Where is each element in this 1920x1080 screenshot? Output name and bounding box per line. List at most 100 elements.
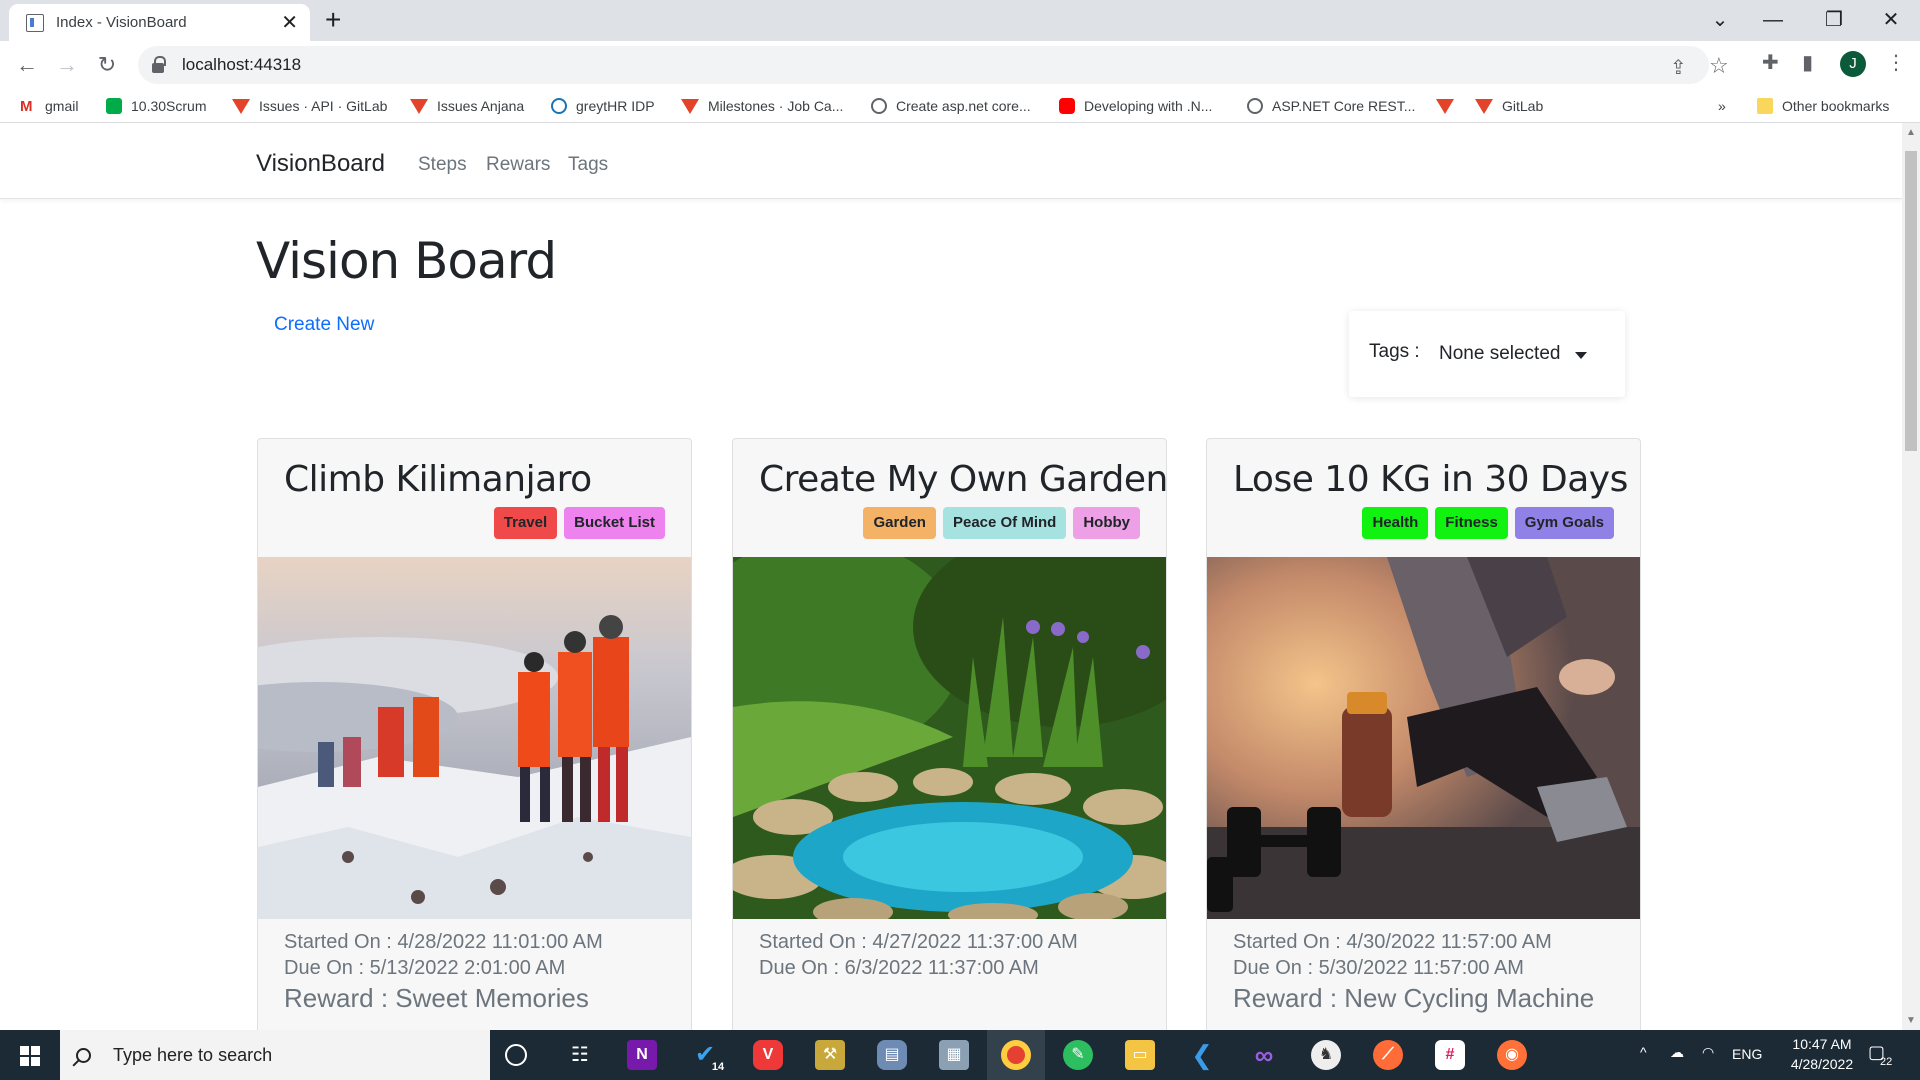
reload-icon[interactable]: ↻ [92, 50, 122, 80]
caret-down-icon[interactable] [1575, 352, 1587, 359]
gitlab-icon [1436, 98, 1454, 114]
onenote-icon[interactable]: N [627, 1040, 657, 1070]
card-tags: Health Fitness Gym Goals [1362, 507, 1614, 539]
youtube-icon [1059, 98, 1075, 114]
card-due-on: Due On : 5/30/2022 11:57:00 AM [1233, 957, 1524, 979]
browser-tabstrip: Index - VisionBoard ✕ + ⌄ — ❐ ✕ [0, 0, 1920, 41]
scroll-down-icon[interactable]: ▼ [1906, 1015, 1916, 1026]
windows-start-icon[interactable] [20, 1046, 40, 1066]
visual-studio-icon[interactable]: ∞ [1249, 1040, 1279, 1070]
card-title[interactable]: Lose 10 KG in 30 Days [1233, 459, 1628, 500]
bookmark-label: greytHR IDP [576, 98, 655, 114]
system-clock[interactable]: 10:47 AM 4/28/2022 [1762, 1034, 1882, 1074]
share-icon[interactable]: ⇪ [1670, 55, 1687, 80]
garden-pond-photo [733, 557, 1166, 919]
other-bookmarks-folder[interactable]: Other bookmarks [1757, 95, 1889, 117]
bookmark-aspnet-rest[interactable]: ASP.NET Core REST... [1247, 95, 1415, 117]
card-started-on: Started On : 4/30/2022 11:57:00 AM [1233, 931, 1552, 953]
address-bar[interactable]: localhost:44318 ⇪ ☆ [138, 46, 1729, 84]
tab-search-icon[interactable]: ⌄ [1700, 5, 1740, 35]
sql-tools-icon[interactable]: ⚒ [815, 1040, 845, 1070]
bookmark-gitlab-icon-only[interactable] [1436, 95, 1463, 117]
tag-badge: Fitness [1435, 507, 1508, 539]
bookmark-gitlab[interactable]: GitLab [1475, 95, 1543, 117]
side-panel-icon[interactable]: ▮ [1802, 50, 1813, 75]
close-window-icon[interactable]: ✕ [1871, 5, 1911, 35]
globe-icon [871, 98, 887, 114]
bookmark-star-icon[interactable]: ☆ [1709, 53, 1729, 79]
bookmark-scrum[interactable]: 10.30Scrum [106, 95, 206, 117]
postman-icon[interactable]: ⟋ [1373, 1040, 1403, 1070]
tab-title: Index - VisionBoard [56, 14, 187, 31]
page-scrollbar[interactable]: ▲ ▼ [1902, 123, 1920, 1030]
bookmark-label: Issues · API · GitLab [259, 98, 388, 114]
slack-icon[interactable]: # [1435, 1040, 1465, 1070]
card-title[interactable]: Climb Kilimanjaro [284, 459, 592, 500]
task-view-icon[interactable]: ☷ [565, 1040, 595, 1070]
browser-tab[interactable]: Index - VisionBoard ✕ [9, 4, 310, 41]
tags-label: Tags : [1369, 341, 1420, 362]
onedrive-icon[interactable]: ☁ [1670, 1044, 1684, 1080]
database-icon[interactable]: ▤ [877, 1040, 907, 1070]
tag-badge: Travel [493, 507, 558, 539]
forward-icon[interactable]: → [52, 50, 82, 80]
nav-link-rewars[interactable]: Rewars [486, 154, 550, 176]
maximize-icon[interactable]: ❐ [1814, 5, 1854, 35]
meet-icon [106, 98, 122, 114]
vscode-icon[interactable]: ❮ [1187, 1040, 1217, 1070]
bookmark-developing-net[interactable]: Developing with .N... [1059, 95, 1212, 117]
nav-link-tags[interactable]: Tags [568, 154, 608, 176]
bookmark-gmail[interactable]: M gmail [20, 95, 78, 117]
lock-icon[interactable] [152, 55, 166, 73]
minimize-icon[interactable]: — [1753, 5, 1793, 35]
back-icon[interactable]: ← [12, 50, 42, 80]
calculator-icon[interactable]: ▦ [939, 1040, 969, 1070]
clock-date: 4/28/2022 [1790, 1056, 1854, 1072]
tags-filter: Tags : None selected [1349, 311, 1625, 397]
card-started-on: Started On : 4/28/2022 11:01:00 AM [284, 931, 603, 953]
close-tab-icon[interactable]: ✕ [281, 13, 298, 33]
nav-link-steps[interactable]: Steps [418, 154, 467, 176]
todo-badge: 14 [708, 1058, 728, 1076]
bookmark-label: Developing with .N... [1084, 98, 1213, 114]
input-language[interactable]: ENG [1732, 1046, 1762, 1080]
chrome-icon[interactable] [1001, 1040, 1031, 1070]
gmail-icon: M [20, 98, 33, 115]
card-started-on: Started On : 4/27/2022 11:37:00 AM [759, 931, 1078, 953]
task-view-cortana-icon[interactable] [505, 1044, 527, 1066]
profile-avatar[interactable]: J [1840, 51, 1866, 77]
site-brand[interactable]: VisionBoard [256, 150, 385, 178]
create-new-link[interactable]: Create New [274, 314, 374, 336]
bookmark-issues-api[interactable]: Issues · API · GitLab [232, 95, 387, 117]
wifi-icon[interactable]: ◠ [1702, 1044, 1714, 1080]
bookmark-greythr[interactable]: greytHR IDP [551, 95, 655, 117]
taskbar-search[interactable]: Type here to search [60, 1030, 490, 1080]
more-bookmarks-button[interactable]: » [1718, 95, 1726, 117]
bookmarks-bar: M gmail 10.30Scrum Issues · API · GitLab… [0, 89, 1920, 123]
tags-multiselect[interactable]: None selected [1439, 343, 1560, 365]
menu-kebab-icon[interactable]: ⋮ [1886, 50, 1906, 75]
extensions-icon[interactable]: ✚ [1762, 50, 1779, 75]
tag-badge: Hobby [1073, 507, 1140, 539]
goal-card[interactable]: Create My Own Garden Garden Peace Of Min… [732, 438, 1167, 1058]
file-explorer-icon[interactable]: ▭ [1125, 1040, 1155, 1070]
scroll-thumb[interactable] [1905, 151, 1917, 451]
folder-icon [1757, 98, 1773, 114]
card-title[interactable]: Create My Own Garden [759, 459, 1166, 500]
scroll-up-icon[interactable]: ▲ [1906, 127, 1916, 138]
bookmark-milestones[interactable]: Milestones · Job Ca... [681, 95, 843, 117]
url-text[interactable]: localhost:44318 [182, 55, 301, 75]
new-tab-icon[interactable]: + [325, 6, 341, 34]
goal-card[interactable]: Climb Kilimanjaro Travel Bucket List Sta… [257, 438, 692, 1058]
bookmark-create-aspnet[interactable]: Create asp.net core... [871, 95, 1031, 117]
goal-card[interactable]: Lose 10 KG in 30 Days Health Fitness Gym… [1206, 438, 1641, 1058]
card-due-on: Due On : 5/13/2022 2:01:00 AM [284, 957, 566, 979]
postgres-icon[interactable]: ♞ [1311, 1040, 1341, 1070]
evernote-icon[interactable]: ✎ [1063, 1040, 1093, 1070]
vivaldi-icon[interactable]: V [753, 1040, 783, 1070]
tag-badge: Peace Of Mind [942, 507, 1067, 539]
gitlab-icon [681, 98, 699, 114]
show-hidden-icons-icon[interactable]: ^ [1640, 1044, 1647, 1080]
firefox-icon[interactable]: ◉ [1497, 1040, 1527, 1070]
bookmark-issues-anjana[interactable]: Issues Anjana [410, 95, 524, 117]
